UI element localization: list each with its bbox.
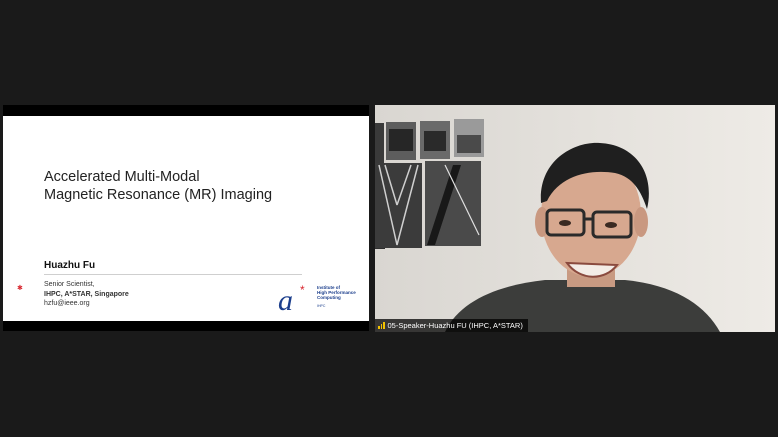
slide-title-line-1: Accelerated Multi-Modal bbox=[44, 169, 200, 185]
slide-institution: IHPC, A*STAR, Singapore bbox=[44, 290, 129, 298]
slide-title-line-2: Magnetic Resonance (MR) Imaging bbox=[44, 187, 273, 203]
audio-level-icon bbox=[378, 322, 385, 329]
logo-line-3: Computing bbox=[317, 295, 341, 300]
participant-video bbox=[375, 105, 775, 332]
participant-name-label: 05-Speaker-Huazhu FU (IHPC, A*STAR) bbox=[375, 319, 528, 332]
presentation-slide: Accelerated Multi-Modal Magnetic Resonan… bbox=[3, 116, 369, 321]
slide-title: Accelerated Multi-Modal Magnetic Resonan… bbox=[44, 168, 344, 204]
astar-logo-icon: a * bbox=[278, 283, 305, 317]
slide-email: hzfu@ieee.org bbox=[44, 300, 90, 307]
slide-author: Huazhu Fu bbox=[44, 260, 96, 271]
participant-video-tile[interactable]: 05-Speaker-Huazhu FU (IHPC, A*STAR) bbox=[375, 105, 775, 332]
svg-text:a: a bbox=[278, 284, 293, 314]
divider bbox=[44, 274, 302, 275]
logo-text: Institute of High Performance Computing bbox=[317, 285, 356, 300]
participant-name: 05-Speaker-Huazhu FU (IHPC, A*STAR) bbox=[387, 321, 523, 330]
ihpc-logo: a * Institute of High Performance Comput… bbox=[278, 282, 358, 317]
slide-affiliation: Senior Scientist, IHPC, A*STAR, Singapor… bbox=[44, 280, 129, 309]
wall-photos bbox=[375, 119, 484, 249]
screen-share-tile[interactable]: Accelerated Multi-Modal Magnetic Resonan… bbox=[3, 105, 369, 331]
slide-position: Senior Scientist, bbox=[44, 281, 95, 288]
logo-subtext: IHPC bbox=[317, 304, 326, 308]
star-icon: ✱ bbox=[17, 285, 23, 292]
svg-text:*: * bbox=[300, 283, 305, 297]
